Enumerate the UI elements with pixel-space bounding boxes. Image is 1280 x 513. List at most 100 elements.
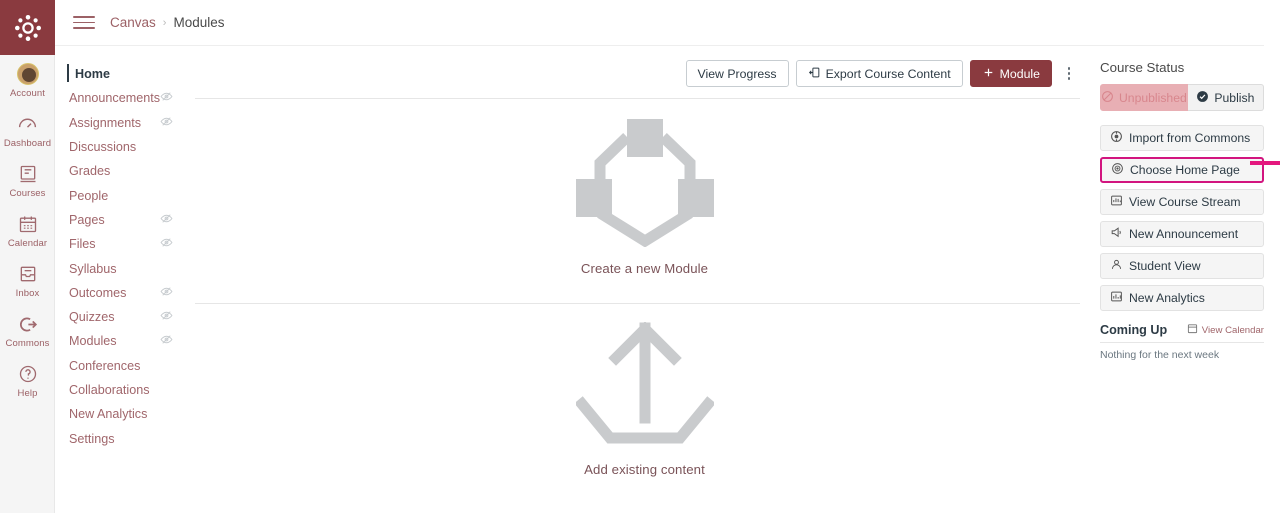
view-calendar-link[interactable]: View Calendar — [1187, 323, 1264, 337]
unpublished-button[interactable]: Unpublished — [1100, 84, 1188, 111]
publish-toggle-group: Unpublished Publish — [1100, 84, 1264, 111]
rail-label-commons: Commons — [5, 338, 50, 349]
add-module-label: Module — [999, 66, 1040, 81]
course-nav-item-people[interactable]: People — [69, 183, 183, 207]
course-nav-item-outcomes[interactable]: Outcomes — [69, 281, 183, 305]
course-nav-item-home[interactable]: Home — [67, 62, 183, 86]
course-nav-label: Conferences — [69, 358, 141, 373]
course-nav-item-assignments[interactable]: Assignments — [69, 111, 183, 135]
course-action-buttons: Import from Commons Choose Home Page View … — [1100, 125, 1264, 311]
course-nav-item-conferences[interactable]: Conferences — [69, 354, 183, 378]
sidebar-button-label: New Analytics — [1129, 291, 1205, 305]
global-navigation-rail: Account Dashboard Courses Calendar Inbox… — [0, 0, 55, 513]
course-nav-label: Discussions — [69, 140, 137, 155]
rail-item-help[interactable]: Help — [0, 355, 55, 405]
course-nav-item-files[interactable]: Files — [69, 232, 183, 256]
page-container: Canvas › Modules Home Announcements Assign… — [55, 0, 1280, 513]
course-nav-item-settings[interactable]: Settings — [69, 426, 183, 450]
breadcrumb-separator-icon: › — [162, 16, 167, 29]
rail-label-dashboard: Dashboard — [3, 138, 52, 149]
commons-icon — [1110, 130, 1123, 146]
stream-icon — [1110, 194, 1123, 210]
sidebar-button-import-from-commons[interactable]: Import from Commons — [1100, 125, 1264, 151]
view-progress-button[interactable]: View Progress — [685, 60, 789, 87]
coming-up-header: Coming Up View Calendar — [1100, 323, 1264, 343]
check-circle-icon — [1196, 90, 1209, 106]
course-nav-label: Home — [75, 67, 110, 82]
sidebar-button-choose-home-page[interactable]: Choose Home Page — [1100, 157, 1264, 183]
module-placeholder-icon — [574, 117, 716, 252]
top-bar: Canvas › Modules — [55, 0, 1264, 46]
course-navigation: Home Announcements Assignments Discussions G… — [55, 46, 183, 513]
view-calendar-label: View Calendar — [1201, 324, 1264, 336]
rail-item-calendar[interactable]: Calendar — [0, 205, 55, 255]
rail-label-calendar: Calendar — [7, 238, 48, 249]
rail-label-courses: Courses — [9, 188, 46, 199]
breadcrumb: Canvas › Modules — [110, 15, 224, 30]
course-nav-label: New Analytics — [69, 407, 148, 422]
course-nav-item-new-analytics[interactable]: New Analytics — [69, 402, 183, 426]
export-course-content-button[interactable]: Export Course Content — [795, 60, 963, 87]
calendar-icon — [18, 212, 38, 236]
target-icon — [1111, 162, 1124, 178]
hamburger-icon[interactable] — [73, 16, 95, 29]
export-course-content-label: Export Course Content — [825, 66, 951, 81]
announcement-icon — [1110, 226, 1123, 242]
rail-item-courses[interactable]: Courses — [0, 155, 55, 205]
coming-up-title: Coming Up — [1100, 323, 1168, 337]
upload-arrow-icon — [573, 321, 716, 453]
hidden-from-students-eye-icon — [160, 115, 173, 131]
dashboard-icon — [17, 112, 38, 136]
rail-item-account[interactable]: Account — [0, 55, 55, 105]
plus-icon — [982, 66, 995, 82]
sidebar-button-new-announcement[interactable]: New Announcement — [1100, 221, 1264, 247]
main-content: View Progress Export Course Content Modu… — [183, 46, 1094, 513]
course-status-title: Course Status — [1100, 60, 1185, 75]
kebab-menu-icon[interactable] — [1058, 60, 1080, 87]
add-existing-content-placeholder[interactable]: Add existing content — [195, 304, 1094, 493]
canvas-logo[interactable] — [0, 0, 55, 55]
course-nav-label: Settings — [69, 431, 115, 446]
course-nav-label: Pages — [69, 212, 105, 227]
rail-item-inbox[interactable]: Inbox — [0, 255, 55, 305]
course-nav-item-quizzes[interactable]: Quizzes — [69, 305, 183, 329]
analytics-icon — [1110, 290, 1123, 306]
rail-item-commons[interactable]: Commons — [0, 305, 55, 355]
unpublished-label: Unpublished — [1119, 90, 1187, 105]
course-nav-item-announcements[interactable]: Announcements — [69, 86, 183, 110]
publish-button[interactable]: Publish — [1187, 84, 1264, 111]
sidebar-button-label: New Announcement — [1129, 227, 1239, 241]
create-module-caption: Create a new Module — [580, 261, 709, 276]
sidebar-button-new-analytics[interactable]: New Analytics — [1100, 285, 1264, 311]
course-nav-label: Announcements — [69, 91, 161, 106]
course-nav-label: Grades — [69, 164, 111, 179]
student-view-icon — [1110, 258, 1123, 274]
add-module-button[interactable]: Module — [969, 60, 1052, 87]
course-nav-item-pages[interactable]: Pages — [69, 208, 183, 232]
avatar-icon — [16, 62, 39, 86]
rail-item-dashboard[interactable]: Dashboard — [0, 105, 55, 155]
sidebar-button-label: Student View — [1129, 259, 1201, 273]
course-nav-label: Quizzes — [69, 310, 115, 325]
hidden-from-students-eye-icon — [160, 333, 173, 349]
course-nav-label: Assignments — [69, 115, 142, 130]
breadcrumb-root[interactable]: Canvas — [110, 15, 156, 30]
hidden-from-students-eye-icon — [160, 90, 173, 106]
course-nav-label: Syllabus — [69, 261, 117, 276]
course-nav-item-syllabus[interactable]: Syllabus — [69, 256, 183, 280]
course-nav-item-modules[interactable]: Modules — [69, 329, 183, 353]
canvas-modules-page: Account Dashboard Courses Calendar Inbox… — [0, 0, 1280, 513]
course-nav-item-grades[interactable]: Grades — [69, 159, 183, 183]
course-sidebar: Course Status Unpublished Publish Import… — [1094, 46, 1280, 513]
course-nav-label: Modules — [69, 334, 117, 349]
course-nav-item-discussions[interactable]: Discussions — [69, 135, 183, 159]
course-nav-label: Files — [69, 237, 96, 252]
course-nav-item-collaborations[interactable]: Collaborations — [69, 378, 183, 402]
no-entry-icon — [1101, 90, 1114, 106]
sidebar-button-view-course-stream[interactable]: View Course Stream — [1100, 189, 1264, 215]
rail-label-inbox: Inbox — [15, 288, 40, 299]
create-module-placeholder[interactable]: Create a new Module — [195, 99, 1094, 292]
commons-icon — [17, 312, 38, 336]
sidebar-button-student-view[interactable]: Student View — [1100, 253, 1264, 279]
hidden-from-students-eye-icon — [160, 236, 173, 252]
